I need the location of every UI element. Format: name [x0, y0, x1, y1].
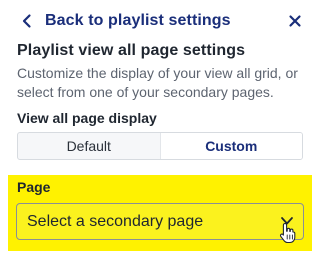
page-select-value: Select a secondary page	[27, 213, 204, 230]
view-all-display-label: View all page display	[17, 110, 157, 126]
page-select-dropdown[interactable]: Select a secondary page	[16, 203, 304, 240]
chevron-left-icon	[22, 14, 31, 28]
page-select-label: Page	[17, 179, 51, 195]
close-icon[interactable]	[285, 11, 305, 31]
hand-pointer-icon	[279, 222, 296, 244]
panel-header: Back to playlist settings	[0, 0, 320, 42]
display-option-default[interactable]: Default	[18, 133, 160, 159]
back-link-label: Back to playlist settings	[45, 12, 231, 29]
display-option-custom[interactable]: Custom	[159, 133, 302, 159]
panel-title: Playlist view all page settings	[17, 42, 246, 59]
view-all-display-toggle: Default Custom	[17, 132, 303, 160]
panel-description: Customize the display of your view all g…	[17, 65, 298, 100]
back-to-playlist-settings-link[interactable]: Back to playlist settings	[17, 11, 231, 31]
